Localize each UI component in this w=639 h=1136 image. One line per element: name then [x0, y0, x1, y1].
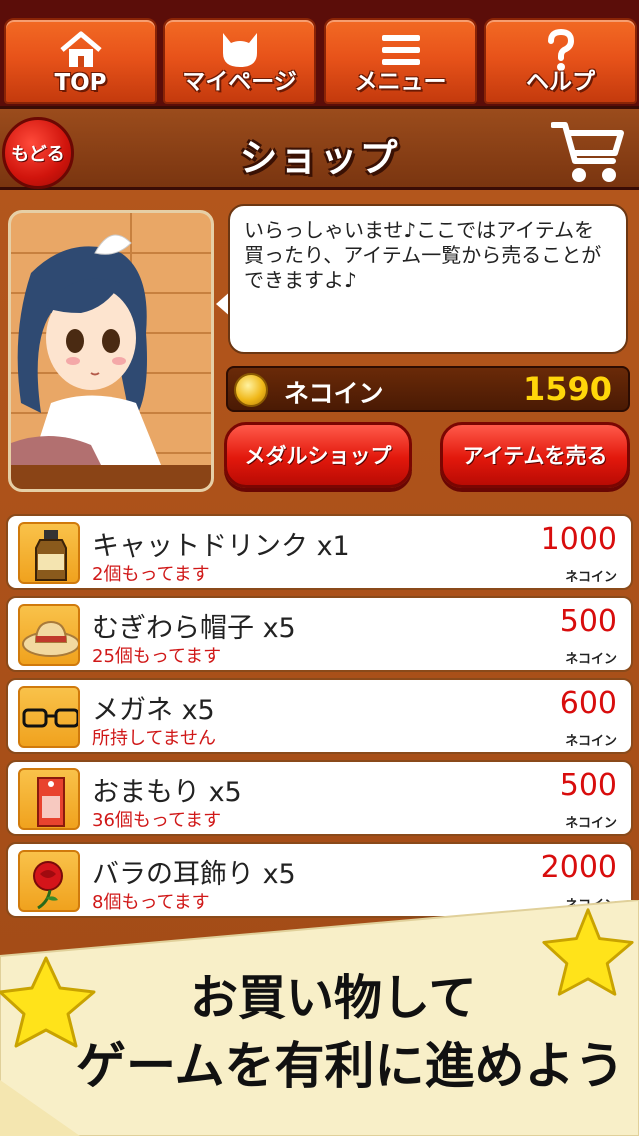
cart-icon: [550, 117, 625, 187]
item-owned: 36個もってます: [92, 810, 222, 831]
nav-help-label: ヘルプ: [526, 69, 595, 95]
coin-label: ネコイン: [284, 379, 384, 408]
item-name: バラの耳飾り x5: [92, 859, 296, 890]
item-price: 600: [559, 686, 617, 721]
banner-line-2: ゲームを有利に進めよう: [76, 1037, 625, 1095]
nav-help-button[interactable]: ヘルプ: [484, 18, 637, 104]
item-owned: 25個もってます: [92, 646, 222, 667]
list-item[interactable]: メガネ x5 所持してません 600 ネコイン: [6, 678, 633, 754]
top-navigation: TOP マイページ メニュー ヘルプ: [0, 0, 639, 106]
nav-menu-button[interactable]: メニュー: [324, 18, 477, 104]
item-owned: 2個もってます: [92, 564, 210, 585]
banner-line-1: お買い物して: [190, 970, 477, 1026]
nav-top-label: TOP: [54, 70, 107, 96]
straw-hat-icon: [18, 604, 80, 666]
item-price: 500: [559, 768, 617, 803]
bottle-icon: [18, 522, 80, 584]
coin-balance: ネコイン 1590: [226, 366, 630, 412]
nav-mypage-button[interactable]: マイページ: [163, 18, 316, 104]
home-icon: [6, 28, 155, 72]
list-item[interactable]: おまもり x5 36個もってます 500 ネコイン: [6, 760, 633, 836]
item-name: おまもり x5: [92, 777, 242, 808]
nav-mypage-label: マイページ: [182, 69, 297, 95]
list-item[interactable]: むぎわら帽子 x5 25個もってます 500 ネコイン: [6, 596, 633, 672]
item-name: メガネ x5: [92, 695, 215, 726]
item-name: むぎわら帽子 x5: [92, 613, 296, 644]
coin-value: 1590: [522, 370, 612, 408]
nav-top-button[interactable]: TOP: [4, 18, 157, 104]
item-price: 2000: [540, 850, 617, 885]
item-price: 1000: [540, 522, 617, 557]
item-price: 500: [559, 604, 617, 639]
item-owned: 所持してません: [92, 728, 217, 749]
item-price-unit: ネコイン: [565, 816, 617, 831]
glasses-icon: [18, 686, 80, 748]
page-title: ショップ: [239, 136, 400, 180]
item-price-unit: ネコイン: [565, 652, 617, 667]
item-price-unit: ネコイン: [565, 570, 617, 585]
amulet-icon: [18, 768, 80, 830]
medal-shop-button[interactable]: メダルショップ: [224, 422, 412, 488]
star-icon: [0, 956, 96, 1048]
sell-items-button[interactable]: アイテムを売る: [440, 422, 630, 488]
list-item[interactable]: キャットドリンク x1 2個もってます 1000 ネコイン: [6, 514, 633, 590]
shop-header: もどる ショップ: [0, 106, 639, 190]
nav-menu-label: メニュー: [354, 69, 447, 95]
speech-bubble: いらっしゃいませ♪ここではアイテムを買ったり、アイテム一覧から売ることができます…: [228, 204, 628, 354]
star-icon: [542, 908, 634, 996]
item-price-unit: ネコイン: [565, 734, 617, 749]
shopkeeper-portrait: [8, 210, 214, 492]
item-name: キャットドリンク x1: [92, 531, 350, 562]
coin-icon: [234, 373, 268, 407]
